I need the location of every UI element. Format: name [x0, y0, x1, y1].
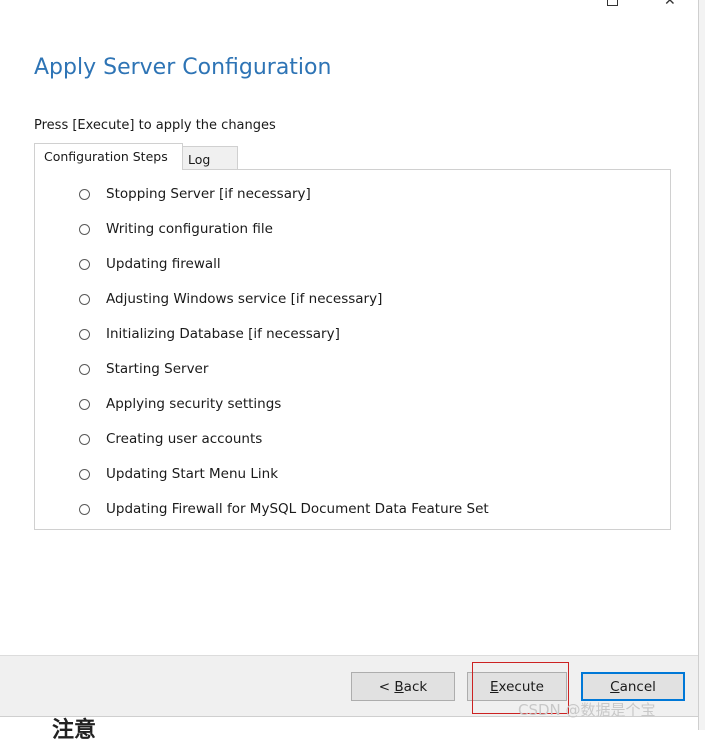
step-label: Initializing Database [if necessary]	[106, 326, 340, 342]
radio-icon	[79, 363, 90, 375]
watermark: CSDN @数据是个宝	[518, 701, 656, 719]
back-prefix: <	[378, 679, 395, 695]
tab-log[interactable]: Log	[183, 146, 238, 169]
radio-icon	[79, 503, 90, 515]
radio-icon	[79, 188, 90, 200]
step-item: Updating Firewall for MySQL Document Dat…	[79, 499, 489, 519]
configuration-steps-panel: Stopping Server [if necessary] Writing c…	[34, 169, 671, 530]
tab-configuration-steps[interactable]: Configuration Steps	[34, 143, 183, 170]
radio-icon	[79, 258, 90, 270]
tab-label: Configuration Steps	[44, 149, 168, 164]
step-label: Updating Firewall for MySQL Document Dat…	[106, 501, 489, 517]
step-item: Updating Start Menu Link	[79, 464, 278, 484]
window-edge	[698, 0, 705, 730]
back-accelerator: B	[394, 679, 404, 695]
step-item: Creating user accounts	[79, 429, 262, 449]
close-icon[interactable]: ✕	[664, 0, 676, 8]
tab-label: Log	[188, 152, 211, 167]
back-button[interactable]: < Back	[351, 672, 455, 701]
cancel-button[interactable]: Cancel	[581, 672, 685, 701]
page-title: Apply Server Configuration	[34, 55, 332, 80]
step-item: Writing configuration file	[79, 219, 273, 239]
step-label: Creating user accounts	[106, 431, 263, 447]
step-label: Updating firewall	[106, 256, 221, 272]
step-item: Applying security settings	[79, 394, 281, 414]
execute-accelerator: E	[490, 679, 499, 695]
step-label: Applying security settings	[106, 396, 282, 412]
background-text: 注意	[52, 718, 97, 743]
step-label: Writing configuration file	[106, 221, 273, 237]
step-item: Stopping Server [if necessary]	[79, 184, 311, 204]
radio-icon	[79, 433, 90, 445]
step-item: Adjusting Windows service [if necessary]	[79, 289, 382, 309]
step-label: Adjusting Windows service [if necessary]	[106, 291, 383, 307]
execute-button[interactable]: Execute	[467, 672, 567, 701]
restore-icon[interactable]	[607, 0, 618, 6]
cancel-accelerator: C	[610, 679, 620, 695]
step-item: Initializing Database [if necessary]	[79, 324, 340, 344]
radio-icon	[79, 328, 90, 340]
execute-label-rest: xecute	[498, 679, 544, 695]
installer-window: ✕ Apply Server Configuration Press [Exec…	[0, 0, 698, 717]
radio-icon	[79, 468, 90, 480]
radio-icon	[79, 398, 90, 410]
step-label: Updating Start Menu Link	[106, 466, 279, 482]
step-label: Stopping Server [if necessary]	[106, 186, 311, 202]
back-label-rest: ack	[403, 679, 428, 695]
instruction-text: Press [Execute] to apply the changes	[34, 118, 276, 133]
step-label: Starting Server	[106, 361, 209, 377]
window-controls: ✕	[600, 0, 698, 10]
step-item: Updating firewall	[79, 254, 221, 274]
radio-icon	[79, 223, 90, 235]
cancel-label-rest: ancel	[619, 679, 656, 695]
step-item: Starting Server	[79, 359, 208, 379]
radio-icon	[79, 293, 90, 305]
